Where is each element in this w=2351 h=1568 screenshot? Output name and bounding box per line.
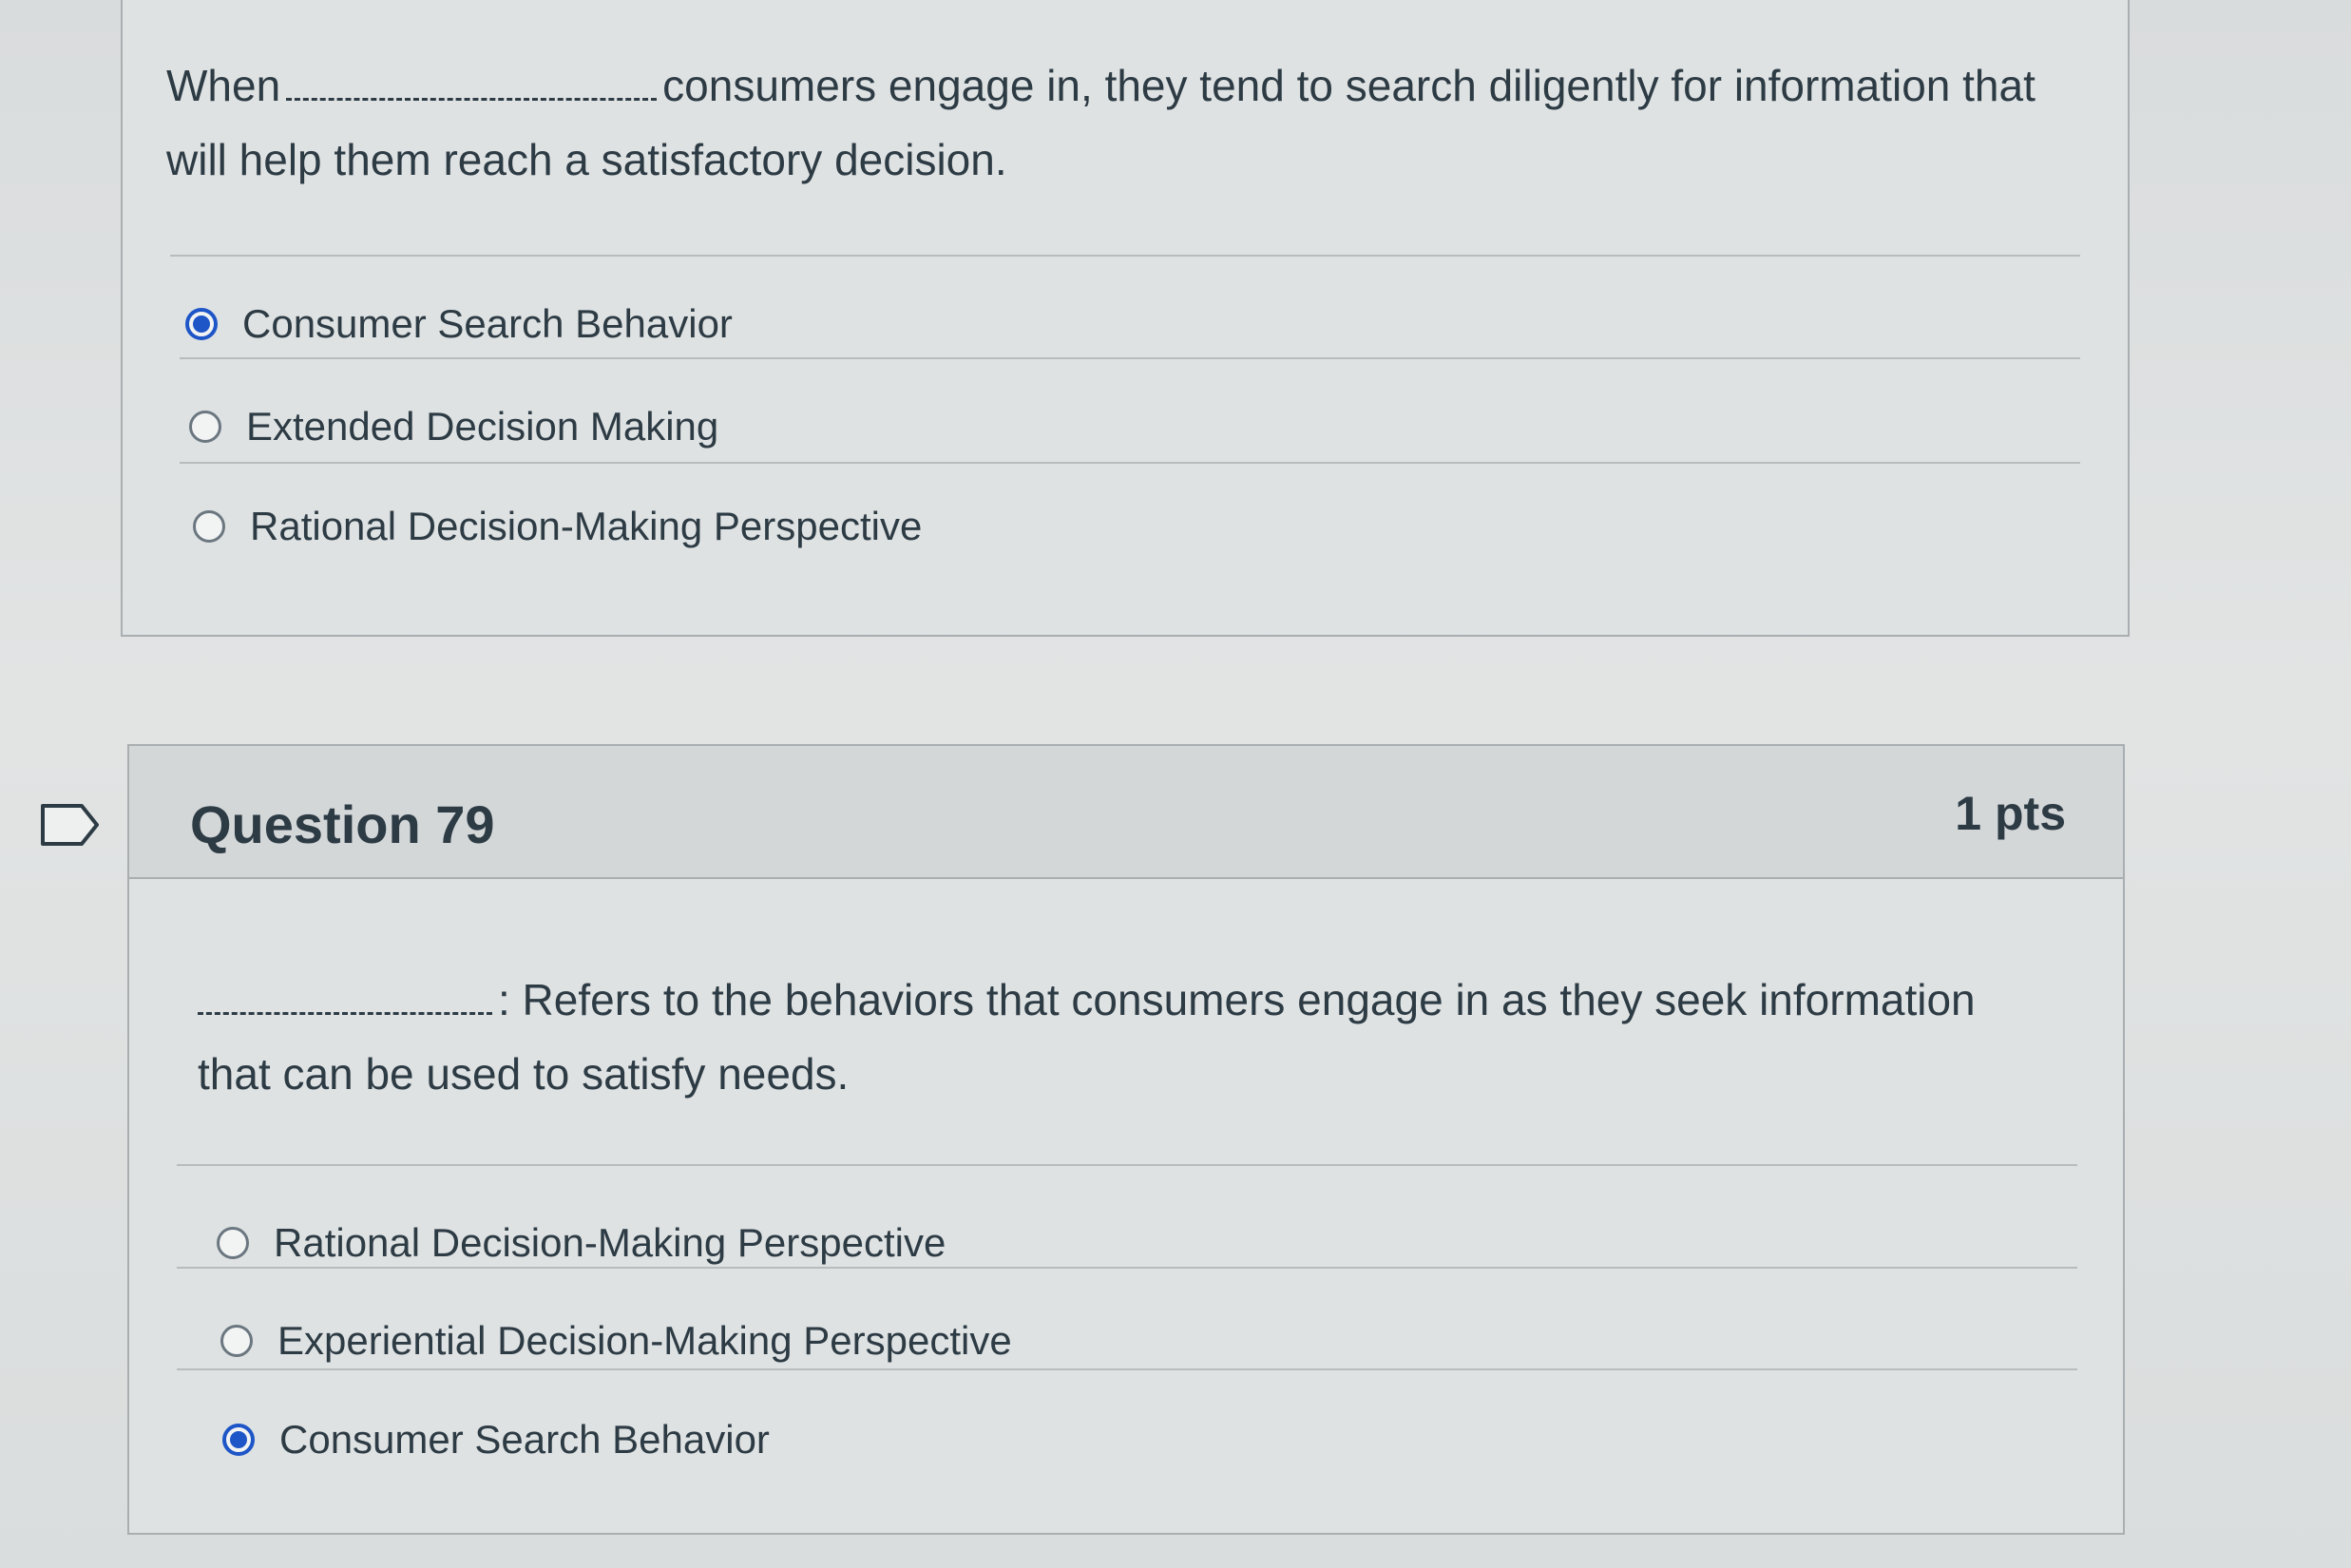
answer-label: Extended Decision Making — [246, 404, 719, 449]
radio-icon[interactable] — [220, 1325, 253, 1357]
radio-icon[interactable] — [193, 510, 225, 543]
fill-blank — [198, 1012, 492, 1015]
radio-selected-icon[interactable] — [185, 308, 218, 340]
question-header: Question 79 1 pts — [129, 746, 2123, 879]
radio-icon[interactable] — [189, 411, 221, 443]
flag-question-icon[interactable] — [40, 803, 101, 847]
fill-blank — [286, 98, 658, 101]
radio-selected-icon[interactable] — [222, 1424, 255, 1456]
question-card-79: Question 79 1 pts : Refers to the behavi… — [127, 744, 2125, 1535]
answer-option[interactable]: Rational Decision-Making Perspective — [193, 493, 922, 560]
divider — [170, 255, 2080, 257]
answer-option[interactable]: Consumer Search Behavior — [222, 1406, 770, 1473]
answer-label: Consumer Search Behavior — [242, 301, 733, 346]
divider — [180, 462, 2080, 464]
divider — [177, 1368, 2077, 1370]
radio-icon[interactable] — [217, 1227, 249, 1259]
answer-label: Experiential Decision-Making Perspective — [277, 1318, 1012, 1363]
question-text-start: When — [166, 61, 281, 110]
question-card-previous: When consumers engage in, they tend to se… — [121, 0, 2130, 637]
quiz-page: When consumers engage in, they tend to se… — [0, 0, 2351, 1568]
divider — [177, 1267, 2077, 1269]
answer-label: Rational Decision-Making Perspective — [250, 504, 923, 548]
answer-option[interactable]: Consumer Search Behavior — [185, 291, 733, 357]
divider — [177, 1164, 2077, 1166]
question-text-body: : Refers to the behaviors that consumers… — [198, 975, 1976, 1099]
answer-label: Consumer Search Behavior — [279, 1417, 770, 1462]
answer-option[interactable]: Experiential Decision-Making Perspective — [220, 1308, 1012, 1374]
question-points: 1 pts — [1955, 787, 2066, 840]
answer-label: Rational Decision-Making Perspective — [274, 1220, 946, 1265]
question-title: Question 79 — [190, 794, 495, 854]
question-text: When consumers engage in, they tend to se… — [166, 48, 2067, 197]
question-text: : Refers to the behaviors that consumers… — [198, 963, 2060, 1111]
answer-option[interactable]: Extended Decision Making — [189, 393, 718, 460]
question-text-end: consumers engage in, they tend to search… — [166, 61, 2036, 184]
divider — [180, 357, 2080, 359]
